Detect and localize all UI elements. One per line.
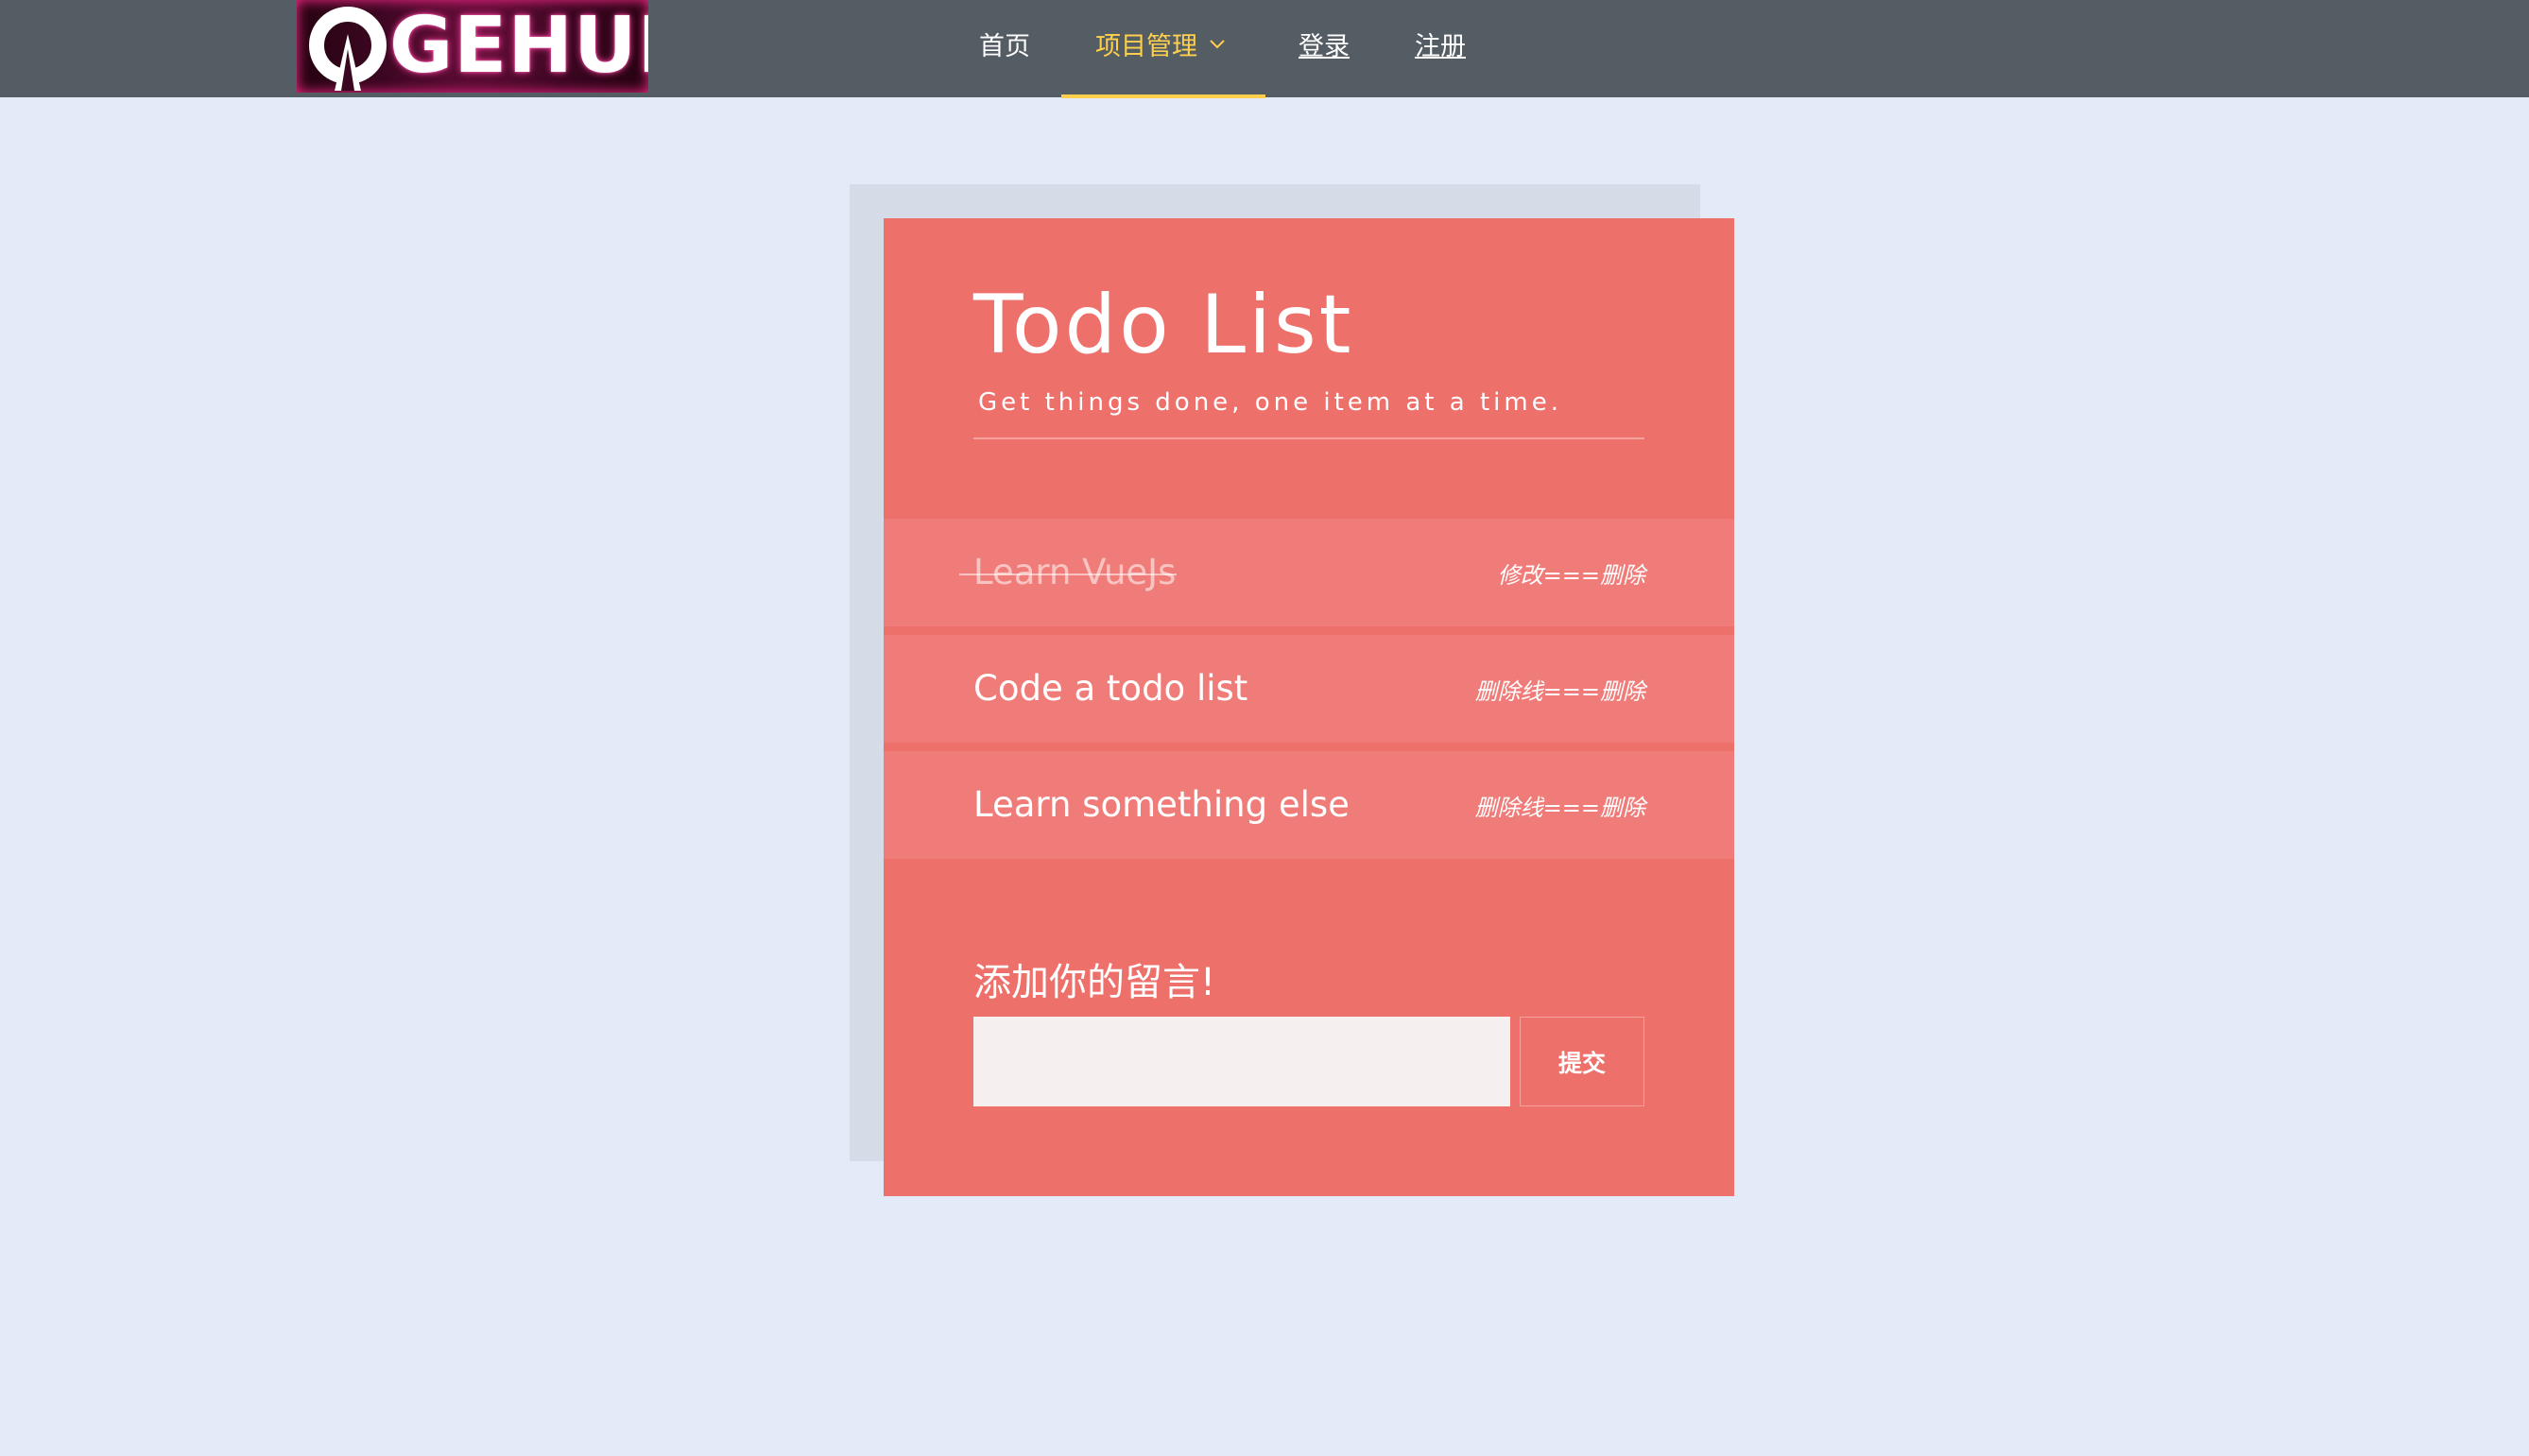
nav-item-home[interactable]: 首页 <box>979 0 1030 97</box>
todo-item[interactable]: Learn something else 删除线===删除 <box>884 751 1734 859</box>
todo-item[interactable]: Learn VueJs 修改===删除 <box>884 519 1734 626</box>
todo-item-actions[interactable]: 删除线===删除 <box>1475 751 1645 859</box>
top-navbar: GEHUI 首页 项目管理 登录 注册 <box>0 0 2529 98</box>
chevron-down-icon <box>1210 40 1225 49</box>
logo-text: GEHUI <box>389 1 648 91</box>
page-title: Todo List <box>973 278 1354 372</box>
todo-item-actions[interactable]: 删除线===删除 <box>1475 635 1645 743</box>
nav-item-login[interactable]: 登录 <box>1299 0 1350 97</box>
nav-item-project-management[interactable]: 项目管理 <box>1061 0 1265 98</box>
todo-item-actions[interactable]: 修改===删除 <box>1498 519 1645 626</box>
submit-button[interactable]: 提交 <box>1520 1017 1644 1106</box>
todo-item-text: Code a todo list <box>973 668 1248 709</box>
todo-card: Todo List Get things done, one item at a… <box>884 218 1734 1196</box>
message-input[interactable] <box>973 1017 1510 1106</box>
todo-item[interactable]: Code a todo list 删除线===删除 <box>884 635 1734 743</box>
strikethrough-line <box>959 574 1177 575</box>
nav-item-project-management-label: 项目管理 <box>1095 32 1197 61</box>
header-divider <box>973 437 1644 439</box>
site-logo[interactable]: GEHUI <box>297 0 648 93</box>
page-subtitle: Get things done, one item at a time. <box>978 388 1562 417</box>
todo-item-text: Learn VueJs <box>973 552 1177 592</box>
todo-item-text: Learn something else <box>973 784 1350 825</box>
power-o-logo-icon <box>309 7 387 91</box>
nav-item-register[interactable]: 注册 <box>1415 0 1466 97</box>
add-message-label: 添加你的留言! <box>973 961 1216 1004</box>
